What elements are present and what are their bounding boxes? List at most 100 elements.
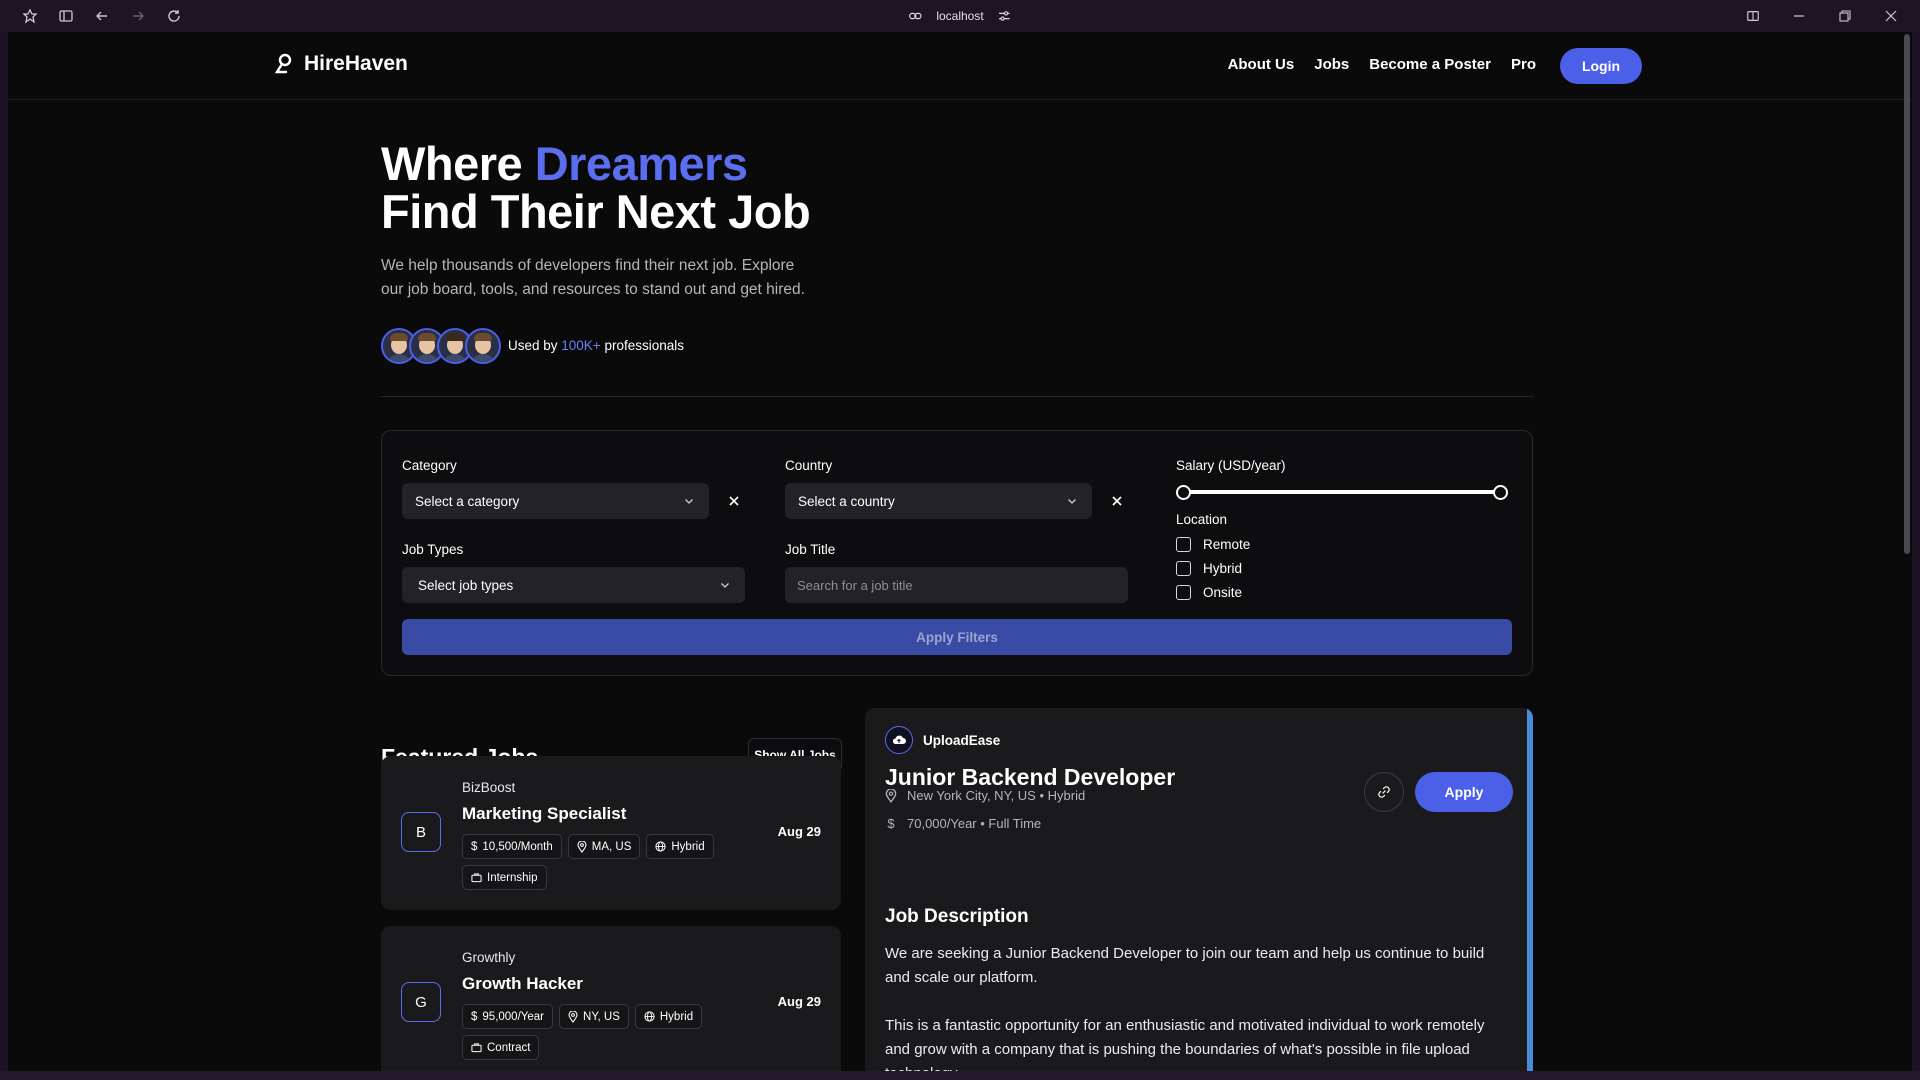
location-label: Location <box>1176 512 1228 527</box>
detail-company-name: UploadEase <box>923 732 1001 748</box>
detail-scrollbar[interactable] <box>1527 708 1533 1071</box>
sidebar-toggle-icon[interactable] <box>48 0 84 32</box>
hero-title: Where Dreamers Find Their Next Job <box>381 137 811 238</box>
used-by-text: Used by 100K+ professionals <box>508 338 684 353</box>
chevron-down-icon <box>719 579 731 591</box>
restore-icon[interactable] <box>1822 0 1868 32</box>
hero-title-prefix: Where <box>381 137 535 190</box>
work-mode-tag-text: Hybrid <box>671 840 705 853</box>
briefcase-icon <box>471 1042 482 1053</box>
salary-range-slider[interactable] <box>1176 485 1508 500</box>
top-nav: HireHaven About Us Jobs Become a Poster … <box>8 32 1912 100</box>
category-select-value: Select a category <box>415 493 520 509</box>
dollar-icon: $ <box>887 816 895 831</box>
browser-menu-icon[interactable] <box>12 0 48 32</box>
globe-icon <box>644 1011 655 1022</box>
work-mode-tag-text: Hybrid <box>659 1010 694 1023</box>
reload-icon[interactable] <box>156 0 192 32</box>
nav-jobs[interactable]: Jobs <box>1314 56 1349 73</box>
job-tags: $ 10,500/Month MA, US Hybrid Internship <box>462 834 722 890</box>
login-button[interactable]: Login <box>1560 48 1642 84</box>
location-tag-text: NY, US <box>583 1010 620 1023</box>
globe-icon <box>655 841 666 852</box>
category-select[interactable]: Select a category <box>402 483 709 519</box>
salary-tag-text: 95,000/Year <box>482 1010 545 1023</box>
job-card[interactable]: G Growthly Growth Hacker $ 95,000/Year N… <box>381 926 841 1071</box>
detail-company: UploadEase <box>885 726 1000 754</box>
close-window-icon[interactable] <box>1868 0 1914 32</box>
detail-location: New York City, NY, US • Hybrid <box>885 788 1085 803</box>
salary-slider-rail <box>1182 490 1502 494</box>
location-pin-icon <box>577 840 587 853</box>
chevron-down-icon <box>683 495 695 507</box>
window-bottom-edge <box>0 1071 1920 1080</box>
brand-logo[interactable]: HireHaven <box>274 52 408 76</box>
job-title: Growth Hacker <box>462 974 583 993</box>
job-filters-panel: Category Select a category Country Selec… <box>381 430 1533 676</box>
onsite-label: Onsite <box>1203 585 1243 600</box>
job-description-paragraph: This is a fantastic opportunity for an e… <box>885 1017 1485 1071</box>
country-label: Country <box>785 458 833 473</box>
dollar-icon: $ <box>471 840 478 853</box>
split-view-icon[interactable] <box>1730 0 1776 32</box>
page-scrollbar[interactable] <box>1902 32 1912 1071</box>
dollar-icon: $ <box>471 1010 478 1023</box>
job-company: Growthly <box>462 950 516 965</box>
salary-tag: $ 10,500/Month <box>462 834 562 859</box>
job-title-label: Job Title <box>785 542 836 557</box>
nav-pro[interactable]: Pro <box>1511 56 1536 73</box>
site-settings-icon[interactable] <box>998 9 1012 23</box>
remote-checkbox[interactable] <box>1176 537 1191 552</box>
page-scrollbar-thumb[interactable] <box>1904 34 1910 554</box>
hero-title-accent: Dreamers <box>534 137 748 190</box>
location-option-hybrid[interactable]: Hybrid <box>1176 561 1242 576</box>
country-select[interactable]: Select a country <box>785 483 1092 519</box>
location-pin-icon <box>885 788 897 803</box>
salary-min-handle[interactable] <box>1176 485 1191 500</box>
forward-icon[interactable] <box>120 0 156 32</box>
salary-max-handle[interactable] <box>1493 485 1508 500</box>
location-option-remote[interactable]: Remote <box>1176 537 1250 552</box>
onsite-checkbox[interactable] <box>1176 585 1191 600</box>
nav-about-us[interactable]: About Us <box>1228 56 1295 73</box>
location-option-onsite[interactable]: Onsite <box>1176 585 1242 600</box>
location-tag: MA, US <box>567 834 641 859</box>
clear-category-icon[interactable] <box>724 491 744 511</box>
job-title-input[interactable] <box>785 567 1128 603</box>
salary-tag-text: 10,500/Month <box>482 840 553 853</box>
detail-job-title: Junior Backend Developer <box>885 764 1176 790</box>
used-by-suffix: professionals <box>600 338 684 353</box>
category-label: Category <box>402 458 457 473</box>
job-type-tag-text: Internship <box>487 871 538 884</box>
apply-filters-button[interactable]: Apply Filters <box>402 619 1512 655</box>
salary-tag: $ 95,000/Year <box>462 1004 554 1029</box>
job-types-select-value: Select job types <box>418 577 514 593</box>
job-description-title: Job Description <box>885 906 1029 927</box>
job-types-select[interactable]: Select job types <box>402 567 745 603</box>
company-initial-badge: B <box>401 812 441 852</box>
clear-country-icon[interactable] <box>1107 491 1127 511</box>
job-date: Aug 29 <box>777 994 821 1009</box>
minimize-icon[interactable] <box>1776 0 1822 32</box>
detail-salary-text: 70,000/Year • Full Time <box>907 816 1042 831</box>
remote-label: Remote <box>1203 537 1251 552</box>
job-card[interactable]: B BizBoost Marketing Specialist $ 10,500… <box>381 756 841 910</box>
nav-become-a-poster[interactable]: Become a Poster <box>1369 56 1491 73</box>
salary-label: Salary (USD/year) <box>1176 458 1286 473</box>
address-bar[interactable]: localhost <box>908 9 1011 23</box>
job-description-paragraph: We are seeking a Junior Backend Develope… <box>885 945 1485 986</box>
detail-salary: $ 70,000/Year • Full Time <box>885 816 1041 831</box>
job-type-tag-text: Contract <box>487 1041 531 1054</box>
job-type-tag: Internship <box>462 865 547 890</box>
hero-title-line2: Find Their Next Job <box>381 185 811 238</box>
cloud-icon <box>885 726 913 754</box>
divider <box>381 396 1533 397</box>
location-tag-text: MA, US <box>591 840 632 853</box>
job-type-tag: Contract <box>462 1035 540 1060</box>
back-icon[interactable] <box>84 0 120 32</box>
hybrid-checkbox[interactable] <box>1176 561 1191 576</box>
briefcase-icon <box>471 872 482 883</box>
apply-button[interactable]: Apply <box>1415 772 1513 812</box>
job-company: BizBoost <box>462 780 516 795</box>
copy-link-button[interactable] <box>1364 772 1404 812</box>
